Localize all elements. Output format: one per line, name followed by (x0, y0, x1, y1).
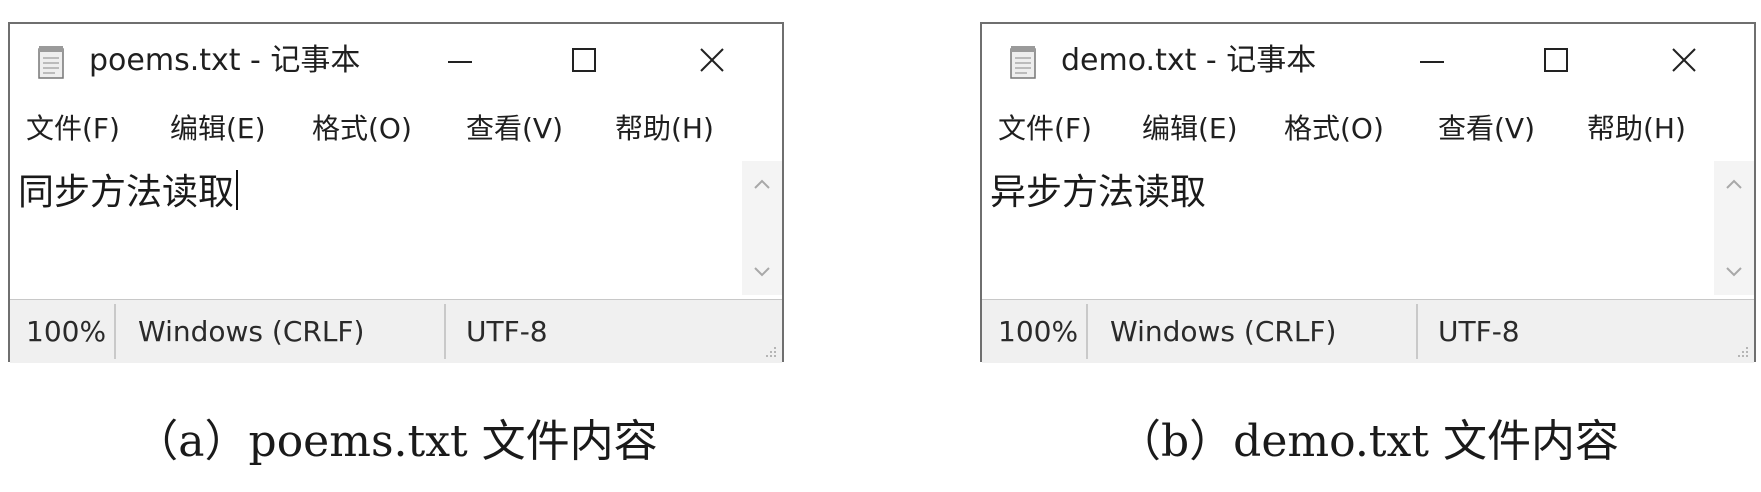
status-encoding: UTF-8 (466, 315, 548, 348)
notepad-window-demo: demo.txt - 记事本 文件(F) 编辑(E) 格式(O) 查看(V) 帮… (980, 22, 1756, 363)
status-line-ending: Windows (CRLF) (138, 315, 365, 348)
menu-bar: 文件(F) 编辑(E) 格式(O) 查看(V) 帮助(H) (982, 104, 1754, 154)
vertical-scrollbar[interactable] (1714, 161, 1754, 295)
figure-caption-a: （a）poems.txt 文件内容 (134, 416, 658, 467)
document-text[interactable]: 异步方法读取 (990, 169, 1206, 217)
document-text: 同步方法读取 (18, 172, 235, 213)
menu-file[interactable]: 文件(F) (26, 104, 120, 154)
status-line-ending: Windows (CRLF) (1110, 315, 1337, 348)
maximize-icon[interactable] (1526, 38, 1586, 84)
menu-format[interactable]: 格式(O) (1284, 104, 1384, 154)
close-icon[interactable] (1654, 38, 1714, 84)
menu-edit[interactable]: 编辑(E) (170, 104, 266, 154)
figure-caption-b: （b）demo.txt 文件内容 (1117, 416, 1619, 467)
status-divider (444, 304, 446, 359)
status-zoom: 100% (998, 315, 1079, 348)
maximize-icon[interactable] (554, 38, 614, 84)
close-icon[interactable] (682, 38, 742, 84)
notepad-icon (38, 46, 64, 79)
minimize-icon[interactable] (430, 38, 490, 84)
status-divider (114, 304, 116, 359)
resize-grip-icon[interactable] (762, 343, 778, 359)
menu-edit[interactable]: 编辑(E) (1142, 104, 1238, 154)
document-text-line[interactable]: 同步方法读取 (18, 169, 239, 217)
chevron-up-icon[interactable] (752, 177, 772, 191)
notepad-icon (1010, 46, 1036, 79)
status-divider (1086, 304, 1088, 359)
chevron-down-icon[interactable] (752, 265, 772, 279)
menu-format[interactable]: 格式(O) (312, 104, 412, 154)
text-editor[interactable]: 同步方法读取 (10, 161, 782, 295)
chevron-down-icon[interactable] (1724, 265, 1744, 279)
menu-view[interactable]: 查看(V) (466, 104, 563, 154)
text-editor[interactable]: 异步方法读取 (982, 161, 1754, 295)
text-caret (236, 170, 239, 210)
status-zoom: 100% (26, 315, 107, 348)
chevron-up-icon[interactable] (1724, 177, 1744, 191)
title-bar[interactable]: poems.txt - 记事本 (10, 24, 782, 98)
resize-grip-icon[interactable] (1734, 343, 1750, 359)
status-bar: 100% Windows (CRLF) UTF-8 (982, 299, 1754, 363)
minimize-icon[interactable] (1402, 38, 1462, 84)
menu-help[interactable]: 帮助(H) (1587, 104, 1686, 154)
vertical-scrollbar[interactable] (742, 161, 782, 295)
window-title: demo.txt - 记事本 (1061, 43, 1317, 78)
title-bar[interactable]: demo.txt - 记事本 (982, 24, 1754, 98)
menu-view[interactable]: 查看(V) (1438, 104, 1535, 154)
status-bar: 100% Windows (CRLF) UTF-8 (10, 299, 782, 363)
notepad-window-poems: poems.txt - 记事本 文件(F) 编辑(E) 格式(O) 查看(V) … (8, 22, 784, 363)
window-title: poems.txt - 记事本 (89, 43, 361, 78)
menu-bar: 文件(F) 编辑(E) 格式(O) 查看(V) 帮助(H) (10, 104, 782, 154)
status-encoding: UTF-8 (1438, 315, 1520, 348)
menu-help[interactable]: 帮助(H) (615, 104, 714, 154)
status-divider (1416, 304, 1418, 359)
menu-file[interactable]: 文件(F) (998, 104, 1092, 154)
